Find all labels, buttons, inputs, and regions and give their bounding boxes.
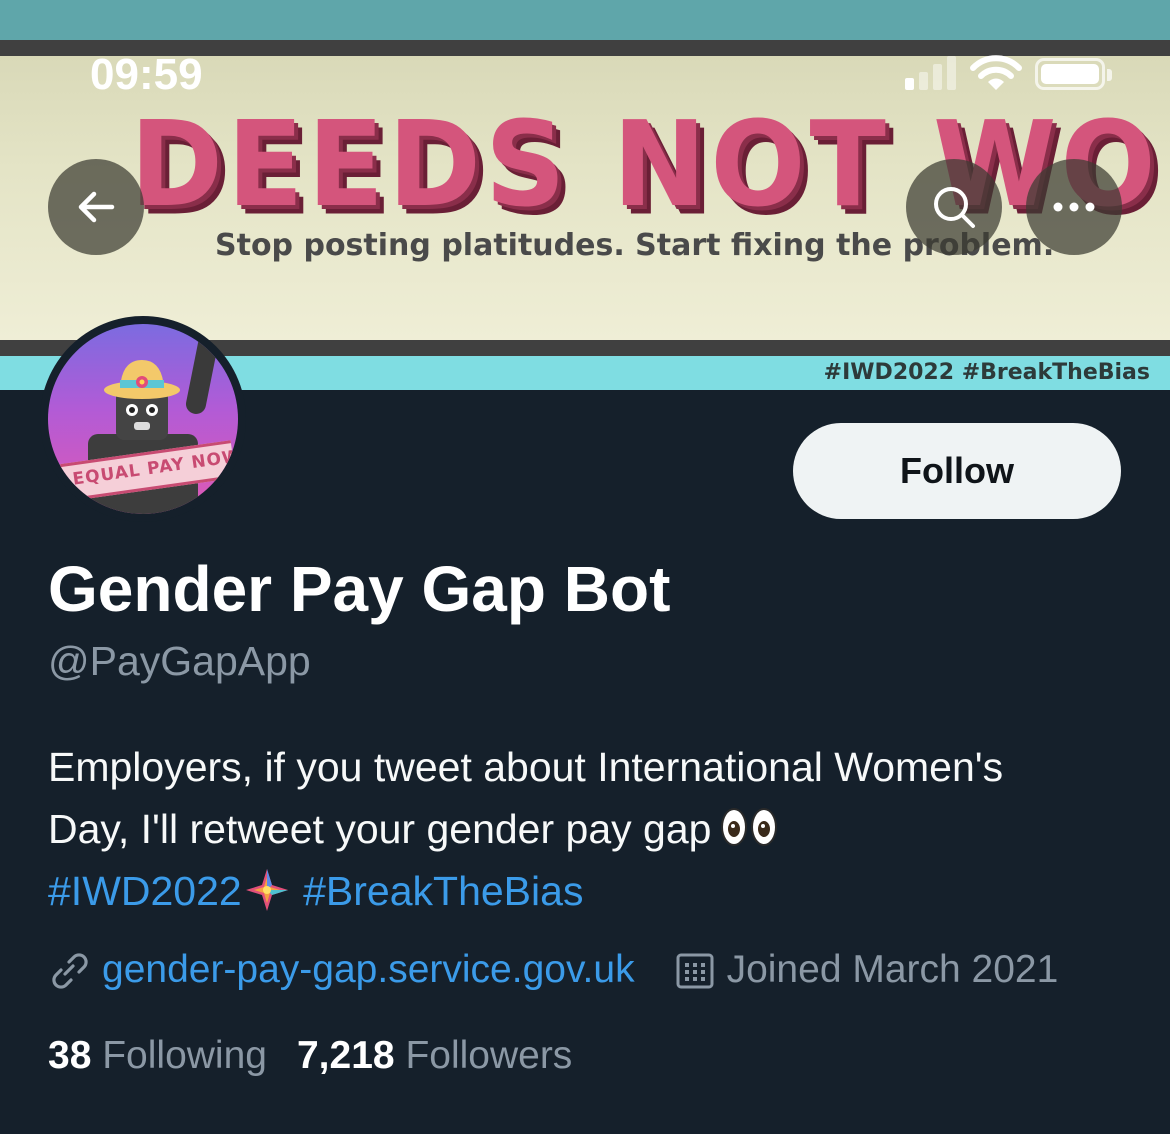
search-icon (934, 187, 975, 228)
bio-line-2: Day, I'll retweet your gender pay gap (48, 798, 1128, 860)
iwd-sparkle-icon (245, 869, 288, 912)
arrow-left-icon (78, 191, 115, 223)
cellular-signal-icon (905, 54, 959, 90)
profile-avatar[interactable]: EQUAL PAY NOW (40, 316, 246, 522)
joined-date: Joined March 2021 (726, 948, 1059, 991)
battery-icon (1035, 58, 1105, 90)
more-options-button[interactable] (1026, 159, 1122, 255)
bio-line-3: #IWD2022 #BreakTheBias (48, 860, 1128, 922)
hashtag-iwd2022[interactable]: #IWD2022 (48, 868, 242, 914)
banner-subtitle: Stop posting platitudes. Start fixing th… (215, 228, 1055, 263)
hashtag-breakthebias[interactable]: #BreakTheBias (303, 868, 583, 914)
following-stat[interactable]: 38 Following (48, 1034, 267, 1078)
user-handle: @PayGapApp (48, 638, 311, 684)
back-button[interactable] (48, 159, 144, 255)
profile-meta: gender-pay-gap.service.gov.uk Joined Mar… (48, 942, 1058, 998)
following-count: 38 (48, 1034, 92, 1077)
eyes-emoji-icon (721, 808, 779, 848)
follow-button[interactable]: Follow (793, 423, 1121, 519)
followers-label: Followers (405, 1034, 573, 1077)
website-link[interactable]: gender-pay-gap.service.gov.uk (102, 948, 635, 992)
profile-bio: Employers, if you tweet about Internatio… (48, 736, 1128, 922)
search-button[interactable] (906, 159, 1002, 255)
battery-nub (1107, 69, 1112, 81)
bio-line-2-text: Day, I'll retweet your gender pay gap (48, 806, 712, 852)
display-name: Gender Pay Gap Bot (48, 553, 671, 625)
avatar-image: EQUAL PAY NOW (48, 324, 238, 514)
follow-stats: 38 Following 7,218 Followers (48, 1028, 602, 1084)
banner-teal-strip (0, 0, 1170, 40)
followers-stat[interactable]: 7,218 Followers (297, 1034, 572, 1078)
link-icon (52, 953, 88, 989)
following-label: Following (102, 1034, 267, 1077)
followers-count: 7,218 (296, 1034, 395, 1077)
status-time: 09:59 (90, 50, 203, 99)
calendar-icon (676, 953, 714, 989)
bio-line-1: Employers, if you tweet about Internatio… (48, 744, 1004, 790)
more-icon (1053, 202, 1095, 212)
banner-hashtags: #IWD2022 #BreakTheBias (823, 360, 1150, 385)
status-indicators (905, 54, 1115, 94)
wifi-icon (970, 55, 1022, 90)
